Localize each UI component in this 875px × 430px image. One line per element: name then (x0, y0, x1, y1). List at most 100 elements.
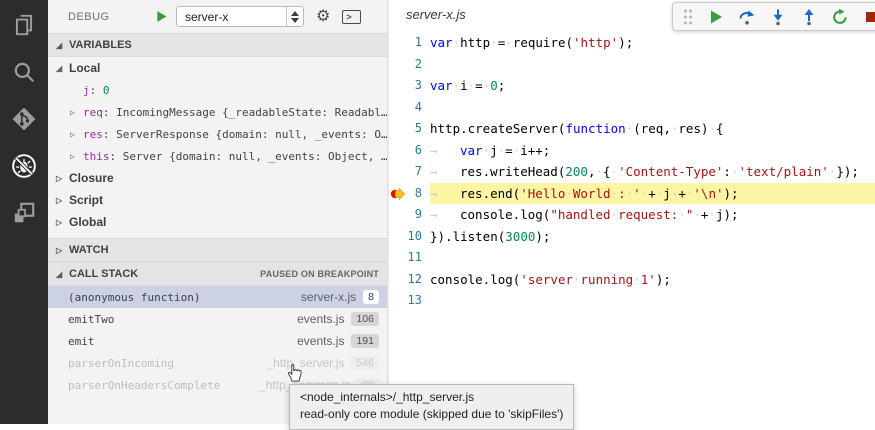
call-stack-frame[interactable]: (anonymous function)server-x.js8 (48, 286, 387, 308)
line-number: 12 (405, 269, 430, 291)
debug-panel-title: DEBUG (68, 11, 154, 23)
call-stack-pane-header[interactable]: ◢ CALL STACK PAUSED ON BREAKPOINT (48, 262, 387, 286)
frame-file: events.js (297, 334, 344, 348)
debug-icon[interactable] (11, 153, 37, 179)
code-line[interactable]: 13 (389, 290, 875, 312)
line-number: 4 (405, 97, 430, 119)
call-stack-pane-title: CALL STACK (69, 268, 138, 280)
code-line[interactable]: 1var·http·=·require('http'); (389, 32, 875, 54)
line-number: 6 (405, 140, 430, 162)
breakpoint-gutter[interactable] (389, 75, 405, 97)
breakpoint-gutter[interactable] (389, 32, 405, 54)
launch-config-select[interactable]: server-x (176, 6, 304, 27)
frame-function: parserOnHeadersComplete (68, 379, 259, 392)
activity-bar (0, 0, 48, 424)
step-over-icon[interactable] (738, 8, 756, 26)
breakpoint-gutter[interactable] (389, 140, 405, 162)
code-line[interactable]: 10}).listen(3000); (389, 226, 875, 248)
scope-row[interactable]: ▷Global (48, 211, 387, 233)
variable-row[interactable]: ▷this: Server {domain: null, _events: Ob… (48, 145, 387, 167)
breakpoint-gutter[interactable] (389, 54, 405, 76)
frame-file: server-x.js (301, 290, 356, 304)
restart-icon[interactable] (831, 8, 849, 26)
source-control-icon[interactable] (11, 106, 37, 132)
frame-line-badge: 546 (351, 356, 379, 370)
line-number: 5 (405, 118, 430, 140)
tooltip-detail: read-only core module (skipped due to 's… (300, 406, 563, 423)
variables-list: ◢Localj: 0▷req: IncomingMessage {_readab… (48, 57, 387, 233)
call-stack-frame[interactable]: parserOnIncoming_http_server.js546 (48, 352, 387, 374)
extensions-icon[interactable] (11, 200, 37, 226)
frame-file: events.js (297, 312, 344, 326)
frame-function: (anonymous function) (68, 291, 301, 304)
breakpoint-gutter[interactable] (389, 161, 405, 183)
call-stack-frame[interactable]: emitTwoevents.js106 (48, 308, 387, 330)
step-out-icon[interactable] (800, 8, 818, 26)
debug-panel-header: DEBUG server-x ⚙ > (48, 0, 387, 33)
scope-row[interactable]: ▷Closure (48, 167, 387, 189)
continue-icon[interactable] (707, 8, 725, 26)
code-line[interactable]: 2 (389, 54, 875, 76)
call-stack-frame[interactable]: emitevents.js 191 (48, 330, 387, 352)
code-area: 1var·http·=·require('http');23var·i·=·0;… (389, 32, 875, 312)
step-into-icon[interactable] (769, 8, 787, 26)
variable-row[interactable]: ▷req: IncomingMessage {_readableState: R… (48, 101, 387, 123)
frame-function: parserOnIncoming (68, 357, 266, 370)
drag-grip-icon[interactable] (682, 7, 694, 27)
code-line[interactable]: 4 (389, 97, 875, 119)
code-line[interactable]: 5http.createServer(function·(req,·res)·{ (389, 118, 875, 140)
variable-row[interactable]: j: 0 (48, 79, 387, 101)
line-number: 8 (405, 183, 430, 205)
variables-pane-header[interactable]: ◢ VARIABLES (48, 33, 387, 57)
stack-frame-tooltip: <node_internals>/_http_server.js read-on… (289, 384, 574, 430)
chevron-collapsed-icon: ▷ (70, 152, 83, 161)
chevron-collapsed-icon: ▷ (56, 196, 69, 205)
line-number: 1 (405, 32, 430, 54)
call-stack-list: (anonymous function)server-x.js8emitTwoe… (48, 286, 387, 396)
breakpoint-gutter[interactable] (389, 204, 405, 226)
chevron-collapsed-icon: ▷ (56, 174, 69, 183)
breakpoint-gutter[interactable] (389, 247, 405, 269)
debug-console-icon[interactable]: > (342, 10, 361, 24)
code-line[interactable]: 7→res.writeHead(200,·{·'Content-Type':·'… (389, 161, 875, 183)
frame-function: emit (68, 335, 297, 348)
variables-pane-title: VARIABLES (69, 39, 132, 51)
scope-row[interactable]: ◢Local (48, 57, 387, 79)
chevron-collapsed-icon: ▷ (70, 130, 83, 139)
line-number: 9 (405, 204, 430, 226)
breakpoint-gutter[interactable] (389, 183, 405, 205)
code-line[interactable]: 11 (389, 247, 875, 269)
line-number: 13 (405, 290, 430, 312)
start-debug-icon[interactable] (154, 9, 170, 25)
stop-icon[interactable] (862, 8, 875, 26)
code-line[interactable]: 12console.log('server·running·1'); (389, 269, 875, 291)
breakpoint-gutter[interactable] (389, 269, 405, 291)
code-line[interactable]: 6→var·j·=·i++; (389, 140, 875, 162)
gear-icon[interactable]: ⚙ (316, 9, 330, 25)
editor-file-title: server-x.js (406, 7, 466, 22)
line-number: 2 (405, 54, 430, 76)
code-line[interactable]: 9→console.log("handled·request:·"·+·j); (389, 204, 875, 226)
launch-config-value: server-x (185, 10, 228, 24)
breakpoint-gutter[interactable] (389, 118, 405, 140)
variable-row[interactable]: ▷res: ServerResponse {domain: null, _eve… (48, 123, 387, 145)
search-icon[interactable] (11, 59, 37, 85)
breakpoint-gutter[interactable] (389, 226, 405, 248)
code-line[interactable]: 3var·i·=·0; (389, 75, 875, 97)
breakpoint-gutter[interactable] (389, 97, 405, 119)
select-stepper-icon (286, 7, 303, 26)
frame-line-badge: 191 (351, 334, 379, 348)
line-number: 10 (405, 226, 430, 248)
explorer-icon[interactable] (11, 12, 37, 38)
code-line[interactable]: 8→res.end('Hello·World·:·'·+·j·+·'\n'); (389, 183, 875, 205)
scope-row[interactable]: ▷Script (48, 189, 387, 211)
chevron-collapsed-icon: ▷ (70, 108, 83, 117)
chevron-expanded-icon: ◢ (56, 64, 69, 73)
debug-toolbar (672, 2, 875, 31)
watch-pane-title: WATCH (69, 244, 109, 256)
breakpoint-gutter[interactable] (389, 290, 405, 312)
hand-cursor-icon (284, 358, 306, 384)
tooltip-path: <node_internals>/_http_server.js (300, 389, 563, 406)
watch-pane-header[interactable]: ▷ WATCH (48, 238, 387, 262)
line-number: 3 (405, 75, 430, 97)
